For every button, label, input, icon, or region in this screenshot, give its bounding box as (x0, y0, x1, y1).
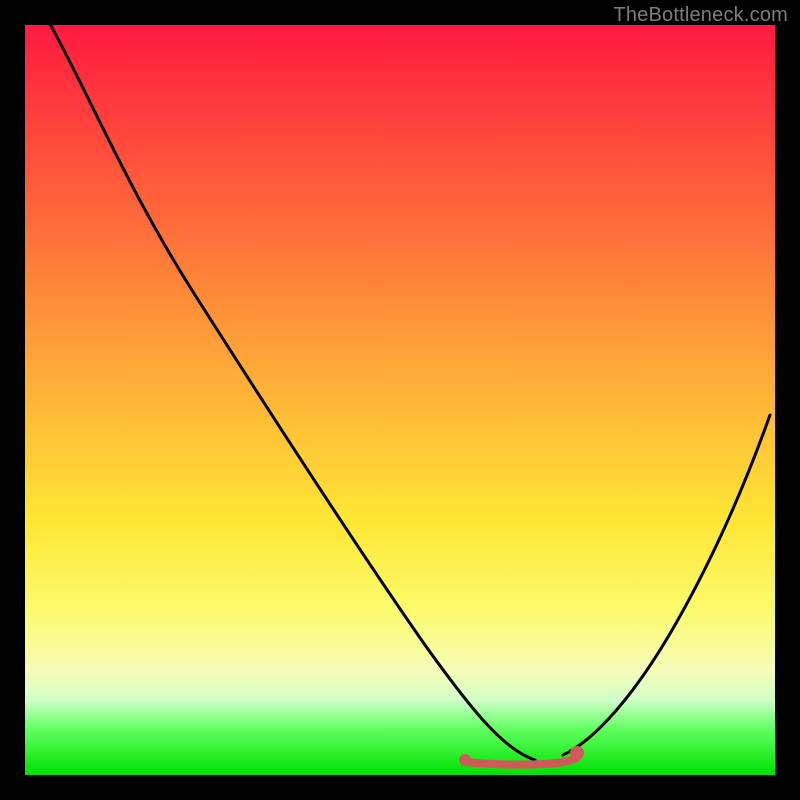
accent-dot-right (570, 746, 584, 760)
right-curve (563, 415, 770, 755)
accent-dot-left (459, 754, 471, 766)
curve-overlay (25, 25, 775, 775)
chart-frame: TheBottleneck.com (0, 0, 800, 800)
watermark-text: TheBottleneck.com (613, 4, 788, 27)
plot-area (25, 25, 775, 775)
left-curve (45, 25, 535, 760)
flat-accent-segment (465, 758, 577, 765)
